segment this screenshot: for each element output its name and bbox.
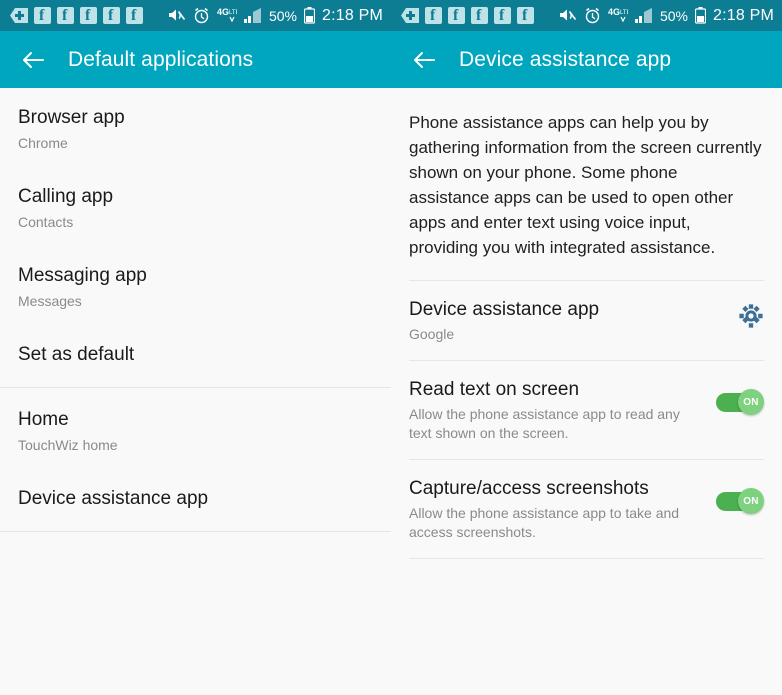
row-text: Read text on screen Allow the phone assi… bbox=[409, 377, 716, 443]
list-item-home[interactable]: Home TouchWiz home bbox=[0, 388, 391, 469]
alarm-icon bbox=[194, 7, 209, 24]
toggle-thumb: ON bbox=[738, 389, 764, 415]
more-notifications-icon bbox=[10, 8, 28, 23]
list-item-set-as-default[interactable]: Set as default bbox=[0, 325, 391, 387]
toggle-thumb: ON bbox=[738, 488, 764, 514]
toggle-read-text-on-screen[interactable]: ON bbox=[716, 389, 764, 415]
panels: Browser app Chrome Calling app Contacts … bbox=[0, 88, 782, 695]
back-arrow-icon[interactable] bbox=[409, 45, 439, 75]
list-item-title: Set as default bbox=[18, 344, 135, 365]
list-item-subtitle: Messages bbox=[18, 293, 82, 309]
row-subtitle: Allow the phone assistance app to read a… bbox=[409, 406, 680, 441]
toggle-state-label: ON bbox=[743, 396, 759, 408]
svg-text:LTE: LTE bbox=[229, 10, 237, 16]
list-item-browser-app[interactable]: Browser app Chrome bbox=[0, 88, 391, 167]
svg-text:LTE: LTE bbox=[620, 10, 628, 16]
phone-screenshot: 4G LTE 50% 2:18 PM bbox=[0, 0, 782, 695]
back-arrow-icon[interactable] bbox=[18, 45, 48, 75]
list-item-title: Calling app bbox=[18, 186, 114, 207]
right-panel-device-assistance-app: Phone assistance apps can help you by ga… bbox=[391, 88, 782, 695]
battery-percent-label: 50% bbox=[268, 7, 297, 24]
signal-bars-icon bbox=[243, 7, 261, 23]
description-text: Phone assistance apps can help you by ga… bbox=[409, 113, 762, 257]
row-device-assistance-app[interactable]: Device assistance app Google bbox=[391, 281, 782, 360]
app-bar-device-assistance-app: Device assistance app bbox=[391, 31, 782, 88]
alarm-icon bbox=[585, 7, 600, 24]
row-title: Capture/access screenshots bbox=[409, 478, 649, 499]
section-divider bbox=[0, 531, 391, 532]
status-bar: 4G LTE 50% 2:18 PM bbox=[0, 0, 782, 31]
list-item-title: Messaging app bbox=[18, 265, 147, 286]
row-title: Device assistance app bbox=[409, 299, 600, 320]
left-panel-default-applications: Browser app Chrome Calling app Contacts … bbox=[0, 88, 391, 695]
facebook-icon bbox=[425, 6, 442, 25]
clock-label: 2:18 PM bbox=[322, 6, 383, 24]
clock-label: 2:18 PM bbox=[713, 6, 774, 24]
svg-text:4G: 4G bbox=[608, 7, 620, 17]
more-notifications-icon bbox=[401, 8, 419, 23]
network-4glte-icon: 4G LTE bbox=[608, 7, 628, 23]
list-item-subtitle: Chrome bbox=[18, 135, 68, 151]
facebook-icon bbox=[34, 6, 51, 25]
list-item-title: Browser app bbox=[18, 107, 125, 128]
facebook-icon bbox=[494, 6, 511, 25]
gear-icon[interactable] bbox=[738, 303, 764, 329]
section-divider bbox=[409, 558, 764, 559]
row-title: Read text on screen bbox=[409, 379, 580, 400]
page-title: Device assistance app bbox=[459, 47, 672, 71]
row-capture-access-screenshots[interactable]: Capture/access screenshots Allow the pho… bbox=[391, 460, 782, 558]
list-item-subtitle: Contacts bbox=[18, 214, 74, 230]
page-title: Default applications bbox=[68, 47, 254, 71]
mute-icon bbox=[168, 9, 186, 21]
list-item-calling-app[interactable]: Calling app Contacts bbox=[0, 167, 391, 246]
facebook-icon bbox=[57, 6, 74, 25]
signal-bars-icon bbox=[634, 7, 652, 23]
list-item-device-assistance-app[interactable]: Device assistance app bbox=[0, 469, 391, 531]
notification-icons-left bbox=[10, 6, 167, 25]
toggle-state-label: ON bbox=[743, 495, 759, 507]
row-text: Capture/access screenshots Allow the pho… bbox=[409, 476, 716, 542]
facebook-icon bbox=[126, 6, 143, 25]
battery-icon bbox=[304, 7, 315, 24]
facebook-icon bbox=[448, 6, 465, 25]
row-text: Device assistance app Google bbox=[409, 297, 738, 344]
battery-icon bbox=[695, 7, 706, 24]
svg-text:4G: 4G bbox=[217, 7, 229, 17]
row-read-text-on-screen[interactable]: Read text on screen Allow the phone assi… bbox=[391, 361, 782, 459]
status-icons-right: 4G LTE 50% 2:18 PM bbox=[558, 7, 774, 25]
status-bar-left: 4G LTE 50% 2:18 PM bbox=[0, 0, 391, 31]
app-bar-default-applications: Default applications bbox=[0, 31, 391, 88]
notification-icons-right bbox=[401, 6, 558, 25]
list-item-title: Home bbox=[18, 409, 69, 430]
status-icons-left: 4G LTE 50% 2:18 PM bbox=[167, 7, 383, 25]
app-bars: Default applications Device assistance a… bbox=[0, 31, 782, 88]
mute-icon bbox=[559, 9, 577, 21]
list-item-messaging-app[interactable]: Messaging app Messages bbox=[0, 246, 391, 325]
list-item-subtitle: TouchWiz home bbox=[18, 437, 118, 453]
row-subtitle: Google bbox=[409, 326, 455, 342]
facebook-icon bbox=[80, 6, 97, 25]
facebook-icon bbox=[471, 6, 488, 25]
toggle-capture-access-screenshots[interactable]: ON bbox=[716, 488, 764, 514]
status-bar-right: 4G LTE 50% 2:18 PM bbox=[391, 0, 782, 31]
facebook-icon bbox=[517, 6, 534, 25]
facebook-icon bbox=[103, 6, 120, 25]
row-subtitle: Allow the phone assistance app to take a… bbox=[409, 505, 680, 540]
battery-percent-label: 50% bbox=[659, 7, 688, 24]
network-4glte-icon: 4G LTE bbox=[217, 7, 237, 23]
list-item-title: Device assistance app bbox=[18, 488, 209, 509]
